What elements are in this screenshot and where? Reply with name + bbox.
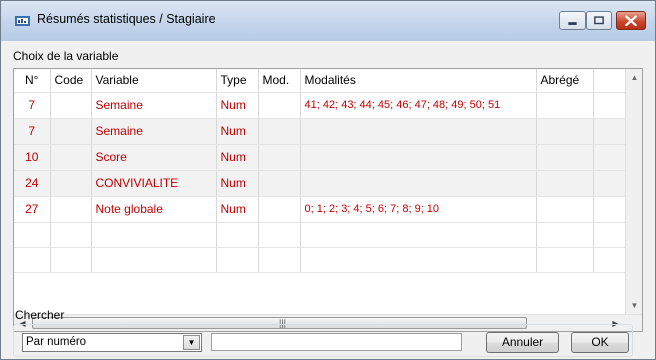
- variable-choice-label: Choix de la variable: [13, 49, 119, 63]
- cell-mod: [258, 170, 301, 197]
- cell-mod: [258, 144, 301, 171]
- col-header-code[interactable]: Code: [50, 69, 92, 93]
- window-title: Résumés statistiques / Stagiaire: [37, 12, 216, 26]
- cell-type: Num: [216, 170, 259, 197]
- col-header-extra: [593, 69, 629, 93]
- cell-modalites: [300, 170, 537, 197]
- app-icon: [15, 16, 30, 26]
- cell-code: [50, 118, 92, 145]
- cell-variable: CONVIVIALITE: [91, 170, 217, 197]
- table-row[interactable]: 7 Semaine Num 41; 42; 43; 44; 45; 46; 47…: [14, 92, 629, 119]
- search-mode-select[interactable]: Par numéro ▼: [22, 333, 202, 352]
- cell-abrege: [536, 170, 594, 197]
- dialog-window: Résumés statistiques / Stagiaire Choix d…: [0, 0, 656, 360]
- cell-variable: Note globale: [91, 196, 217, 223]
- cell-number: 10: [14, 144, 51, 171]
- cell-variable: Semaine: [91, 118, 217, 145]
- table-row[interactable]: 27 Note globale Num 0; 1; 2; 3; 4; 5; 6;…: [14, 196, 629, 223]
- cell-extra: [593, 170, 629, 197]
- col-header-number[interactable]: N°: [14, 69, 51, 93]
- cell-modalites: 0; 1; 2; 3; 4; 5; 6; 7; 8; 9; 10: [300, 196, 537, 223]
- cell-variable: Semaine: [91, 92, 217, 119]
- scroll-up-icon[interactable]: ▲: [626, 69, 643, 86]
- cell-abrege: [536, 144, 594, 171]
- chevron-down-icon[interactable]: ▼: [183, 335, 200, 350]
- cell-modalites: 41; 42; 43; 44; 45; 46; 47; 48; 49; 50; …: [300, 92, 537, 119]
- cell-type: Num: [216, 92, 259, 119]
- cell-type: Num: [216, 144, 259, 171]
- cell-code: [50, 92, 92, 119]
- search-input[interactable]: [211, 333, 462, 351]
- close-icon: [625, 15, 637, 27]
- cancel-button[interactable]: Annuler: [486, 332, 559, 353]
- variable-table[interactable]: N° Code Variable Type Mod. Modalités Abr…: [13, 68, 643, 332]
- search-group-label: Chercher: [15, 308, 65, 322]
- col-header-abrege[interactable]: Abrégé: [536, 69, 594, 93]
- table-header-row: N° Code Variable Type Mod. Modalités Abr…: [14, 69, 629, 93]
- cell-code: [50, 144, 92, 171]
- title-bar[interactable]: Résumés statistiques / Stagiaire: [1, 1, 655, 41]
- table-row[interactable]: 7 Semaine Num: [14, 118, 629, 145]
- table-row[interactable]: 10 Score Num: [14, 144, 629, 171]
- dialog-body: Choix de la variable N° Code Variable Ty…: [7, 41, 649, 357]
- close-button[interactable]: [616, 11, 646, 30]
- cell-modalites: [300, 118, 537, 145]
- cell-mod: [258, 92, 301, 119]
- search-group: Chercher Par numéro ▼ Annuler OK: [13, 308, 641, 357]
- vertical-scrollbar[interactable]: ▲ ▼: [625, 69, 642, 314]
- cell-number: 7: [14, 118, 51, 145]
- cell-extra: [593, 196, 629, 223]
- table-row-empty: [14, 222, 629, 248]
- ok-button[interactable]: OK: [571, 332, 629, 353]
- cell-code: [50, 170, 92, 197]
- cell-abrege: [536, 118, 594, 145]
- cell-extra: [593, 118, 629, 145]
- col-header-modalites[interactable]: Modalités: [300, 69, 537, 93]
- maximize-icon: [594, 16, 604, 25]
- minimize-icon: [568, 22, 577, 25]
- col-header-mod[interactable]: Mod.: [258, 69, 301, 93]
- maximize-button[interactable]: [586, 11, 612, 30]
- col-header-variable[interactable]: Variable: [91, 69, 217, 93]
- cell-mod: [258, 118, 301, 145]
- col-header-type[interactable]: Type: [216, 69, 259, 93]
- cell-mod: [258, 196, 301, 223]
- cell-modalites: [300, 144, 537, 171]
- cell-extra: [593, 144, 629, 171]
- cell-number: 7: [14, 92, 51, 119]
- minimize-button[interactable]: [559, 11, 586, 30]
- cell-type: Num: [216, 196, 259, 223]
- search-frame: Par numéro ▼ Annuler OK: [13, 324, 633, 357]
- cell-number: 27: [14, 196, 51, 223]
- table-row[interactable]: 24 CONVIVIALITE Num: [14, 170, 629, 197]
- cell-code: [50, 196, 92, 223]
- cell-variable: Score: [91, 144, 217, 171]
- variable-grid: N° Code Variable Type Mod. Modalités Abr…: [14, 69, 629, 273]
- cell-type: Num: [216, 118, 259, 145]
- cell-abrege: [536, 196, 594, 223]
- table-row-empty: [14, 247, 629, 273]
- cell-extra: [593, 92, 629, 119]
- search-mode-value: Par numéro: [26, 336, 87, 348]
- cell-abrege: [536, 92, 594, 119]
- cell-number: 24: [14, 170, 51, 197]
